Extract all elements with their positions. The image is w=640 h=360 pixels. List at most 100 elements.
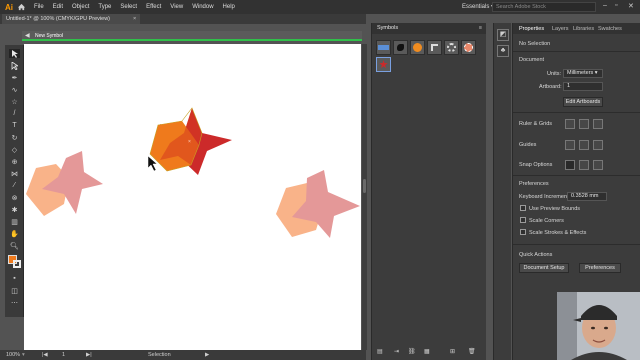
symbol-orange-orb[interactable]: [410, 40, 425, 55]
stock-search-input[interactable]: Search Adobe Stock: [492, 2, 596, 12]
menu-help[interactable]: Help: [223, 4, 235, 10]
menu-type[interactable]: Type: [98, 4, 111, 10]
minimize-icon[interactable]: –: [603, 2, 607, 9]
snap-to-pixel-icon[interactable]: [593, 160, 603, 170]
symbol-corner[interactable]: [427, 40, 442, 55]
artboard-prev-icon[interactable]: |◀: [42, 352, 48, 358]
units-label: Units:: [547, 71, 562, 77]
document-tab[interactable]: Untitled-1* @ 100% (CMYK/GPU Preview) ×: [2, 14, 140, 24]
edit-artboards-button[interactable]: Edit Artboards: [563, 97, 603, 107]
symbol-flower[interactable]: [461, 40, 476, 55]
pixel-grid-icon[interactable]: [593, 119, 603, 129]
width-tool-icon[interactable]: ⋈: [9, 169, 20, 178]
artboard-select[interactable]: 1: [563, 82, 603, 91]
paintbrush-tool-icon[interactable]: /: [9, 109, 20, 118]
delete-symbol-icon[interactable]: 🗑︎: [468, 348, 476, 355]
curvature-tool-icon[interactable]: ∿: [9, 85, 20, 94]
menu-object[interactable]: Object: [72, 4, 89, 10]
canvas-scrollbar[interactable]: [362, 44, 367, 350]
back-arrow-icon[interactable]: ◀: [25, 32, 30, 39]
place-symbol-icon[interactable]: ⇥: [394, 348, 399, 355]
eraser-tool-icon[interactable]: ◇: [9, 145, 20, 154]
snap-to-point-icon[interactable]: [565, 160, 575, 170]
tab-libraries[interactable]: Libraries: [573, 26, 594, 32]
tab-properties[interactable]: Properties: [519, 26, 544, 32]
scale-strokes-checkbox[interactable]: [520, 229, 526, 235]
symbol-new-red-star[interactable]: [376, 57, 391, 72]
menu-file[interactable]: File: [34, 4, 44, 10]
panel-menu-icon[interactable]: ≡: [479, 23, 482, 34]
ruler-icon[interactable]: [565, 119, 575, 129]
use-preview-bounds-checkbox[interactable]: [520, 205, 526, 211]
menu-effect[interactable]: Effect: [146, 4, 161, 10]
document-section-title: Document: [519, 57, 545, 63]
artboard-next-icon[interactable]: ▶|: [86, 352, 92, 358]
rotate-tool-icon[interactable]: ↻: [9, 133, 20, 142]
status-menu-icon[interactable]: ▶: [205, 352, 209, 358]
tab-layers[interactable]: Layers: [552, 26, 569, 32]
units-select[interactable]: Millimeters ▾: [563, 69, 603, 78]
isolation-mode-bar: ◀ New Symbol: [22, 31, 362, 41]
separator: [513, 175, 640, 176]
close-window-icon[interactable]: ✕: [628, 2, 634, 10]
current-tool: Selection: [148, 352, 171, 358]
pen-tool-icon[interactable]: ✒: [9, 73, 20, 82]
graph-tool-icon[interactable]: ▥: [9, 217, 20, 226]
menu-view[interactable]: View: [170, 4, 183, 10]
blend-tool-icon[interactable]: ⊗: [9, 193, 20, 202]
grid-icon[interactable]: [579, 119, 589, 129]
artboard-canvas[interactable]: ×: [24, 44, 361, 350]
quick-actions-title: Quick Actions: [519, 252, 553, 258]
hand-tool-icon[interactable]: ✋: [9, 229, 20, 238]
tab-swatches[interactable]: Swatches: [598, 26, 622, 32]
keyboard-increment-input[interactable]: 0.3528 mm: [567, 192, 607, 201]
home-icon[interactable]: [17, 3, 26, 11]
artwork: ×: [26, 107, 360, 238]
artboard-number[interactable]: 1: [62, 352, 65, 358]
properties-collapsed-icon[interactable]: ◩: [497, 29, 509, 41]
snap-to-grid-icon[interactable]: [579, 160, 589, 170]
lock-guides-icon[interactable]: [579, 140, 589, 150]
menu-bar: Ai File Edit Object Type Select Effect V…: [0, 0, 640, 14]
workspace-switcher[interactable]: Essentials ▾: [462, 3, 494, 10]
smart-guides-icon[interactable]: [593, 140, 603, 150]
menu-edit[interactable]: Edit: [53, 4, 63, 10]
scale-corners-label: Scale Corners: [529, 218, 564, 224]
shape-builder-tool-icon[interactable]: ⊕: [9, 157, 20, 166]
color-mode-icon[interactable]: ▪: [9, 274, 20, 283]
eyedropper-tool-icon[interactable]: ⁄: [9, 181, 20, 190]
scale-corners-checkbox[interactable]: [520, 217, 526, 223]
close-tab-icon[interactable]: ×: [133, 14, 136, 24]
ruler-grids-title: Ruler & Grids: [519, 121, 553, 127]
symbol-sprayer-tool-icon[interactable]: ✱: [9, 205, 20, 214]
preferences-button[interactable]: Preferences: [579, 263, 621, 273]
zoom-dropdown-icon[interactable]: ▾: [22, 352, 25, 358]
show-guides-icon[interactable]: [565, 140, 575, 150]
maximize-icon[interactable]: ▫: [615, 2, 617, 9]
new-symbol-icon[interactable]: ⊞: [450, 348, 455, 355]
menu-select[interactable]: Select: [120, 4, 137, 10]
scrollbar-thumb[interactable]: [363, 179, 366, 193]
symbol-gear[interactable]: [444, 40, 459, 55]
symbol-libraries-icon[interactable]: ▤: [377, 348, 383, 355]
separator: [513, 244, 640, 245]
zoom-level[interactable]: 100%: [6, 352, 20, 358]
symbol-options-icon[interactable]: ▦: [424, 348, 430, 355]
menu-window[interactable]: Window: [192, 4, 213, 10]
direct-selection-tool-icon[interactable]: [9, 61, 20, 70]
star-tool-icon[interactable]: ☆: [9, 97, 20, 106]
symbol-blue-banner[interactable]: [376, 40, 391, 55]
symbols-collapsed-icon[interactable]: ♣: [497, 45, 509, 57]
selection-tool-icon[interactable]: [9, 49, 20, 58]
more-tools-icon[interactable]: ⋯: [9, 298, 20, 307]
symbol-splat[interactable]: [393, 40, 408, 55]
guides-title: Guides: [519, 142, 537, 148]
stroke-color-swatch[interactable]: [13, 260, 21, 268]
document-setup-button[interactable]: Document Setup: [519, 263, 569, 273]
zoom-tool-icon[interactable]: 🔍︎: [9, 241, 20, 250]
artboard-value: 1: [567, 83, 571, 89]
draw-mode-icon[interactable]: ◫: [9, 286, 20, 295]
type-tool-icon[interactable]: T: [9, 121, 20, 130]
break-link-icon[interactable]: ⛓: [408, 348, 416, 355]
use-preview-bounds-label: Use Preview Bounds: [529, 206, 581, 212]
